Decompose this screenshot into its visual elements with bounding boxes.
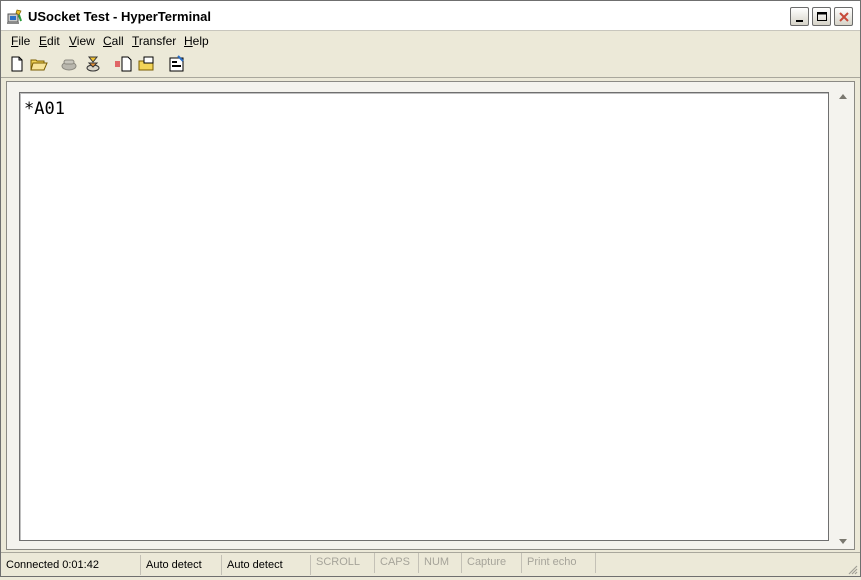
status-print-echo: Print echo	[522, 553, 596, 573]
vertical-scrollbar[interactable]	[835, 89, 851, 547]
status-emulation: Auto detect	[141, 555, 222, 575]
hyperterminal-icon[interactable]	[6, 7, 24, 25]
menu-transfer[interactable]: Transfer	[132, 34, 176, 48]
scroll-up-icon[interactable]	[835, 89, 851, 101]
minimize-icon	[796, 20, 803, 22]
window-title: USocket Test - HyperTerminal	[28, 9, 212, 24]
terminal-output: *A01	[24, 99, 65, 119]
status-bar: Connected 0:01:42 Auto detect Auto detec…	[1, 552, 860, 576]
status-connection: Connected 0:01:42	[1, 555, 141, 575]
disconnect-icon[interactable]	[83, 54, 103, 74]
status-scroll: SCROLL	[311, 553, 375, 573]
status-capture: Capture	[462, 553, 522, 573]
receive-file-icon[interactable]	[137, 54, 157, 74]
open-folder-icon[interactable]	[29, 54, 49, 74]
maximize-icon	[817, 12, 827, 21]
maximize-button[interactable]	[812, 7, 831, 26]
status-caps: CAPS	[375, 553, 419, 573]
new-file-icon[interactable]	[7, 54, 27, 74]
status-num: NUM	[419, 553, 462, 573]
scroll-down-icon[interactable]	[835, 535, 851, 547]
menu-file[interactable]: File	[11, 34, 30, 48]
title-bar[interactable]: USocket Test - HyperTerminal	[1, 1, 860, 31]
close-button[interactable]	[834, 7, 853, 26]
properties-icon[interactable]	[167, 54, 187, 74]
menu-help[interactable]: Help	[184, 34, 209, 48]
status-settings: Auto detect	[222, 555, 311, 575]
minimize-button[interactable]	[790, 7, 809, 26]
hyperterminal-window: USocket Test - HyperTerminal File Edit V…	[0, 0, 861, 577]
terminal-frame: *A01	[6, 81, 855, 550]
menu-view[interactable]: View	[69, 34, 95, 48]
terminal-screen[interactable]: *A01	[19, 92, 829, 541]
resize-grip-icon[interactable]	[846, 562, 858, 575]
menu-bar: File Edit View Call Transfer Help	[1, 31, 860, 51]
menu-call[interactable]: Call	[103, 34, 124, 48]
toolbar	[1, 51, 860, 78]
send-file-icon[interactable]	[113, 54, 133, 74]
close-icon	[839, 12, 849, 22]
menu-edit[interactable]: Edit	[39, 34, 60, 48]
connect-phone-icon[interactable]	[59, 54, 79, 74]
